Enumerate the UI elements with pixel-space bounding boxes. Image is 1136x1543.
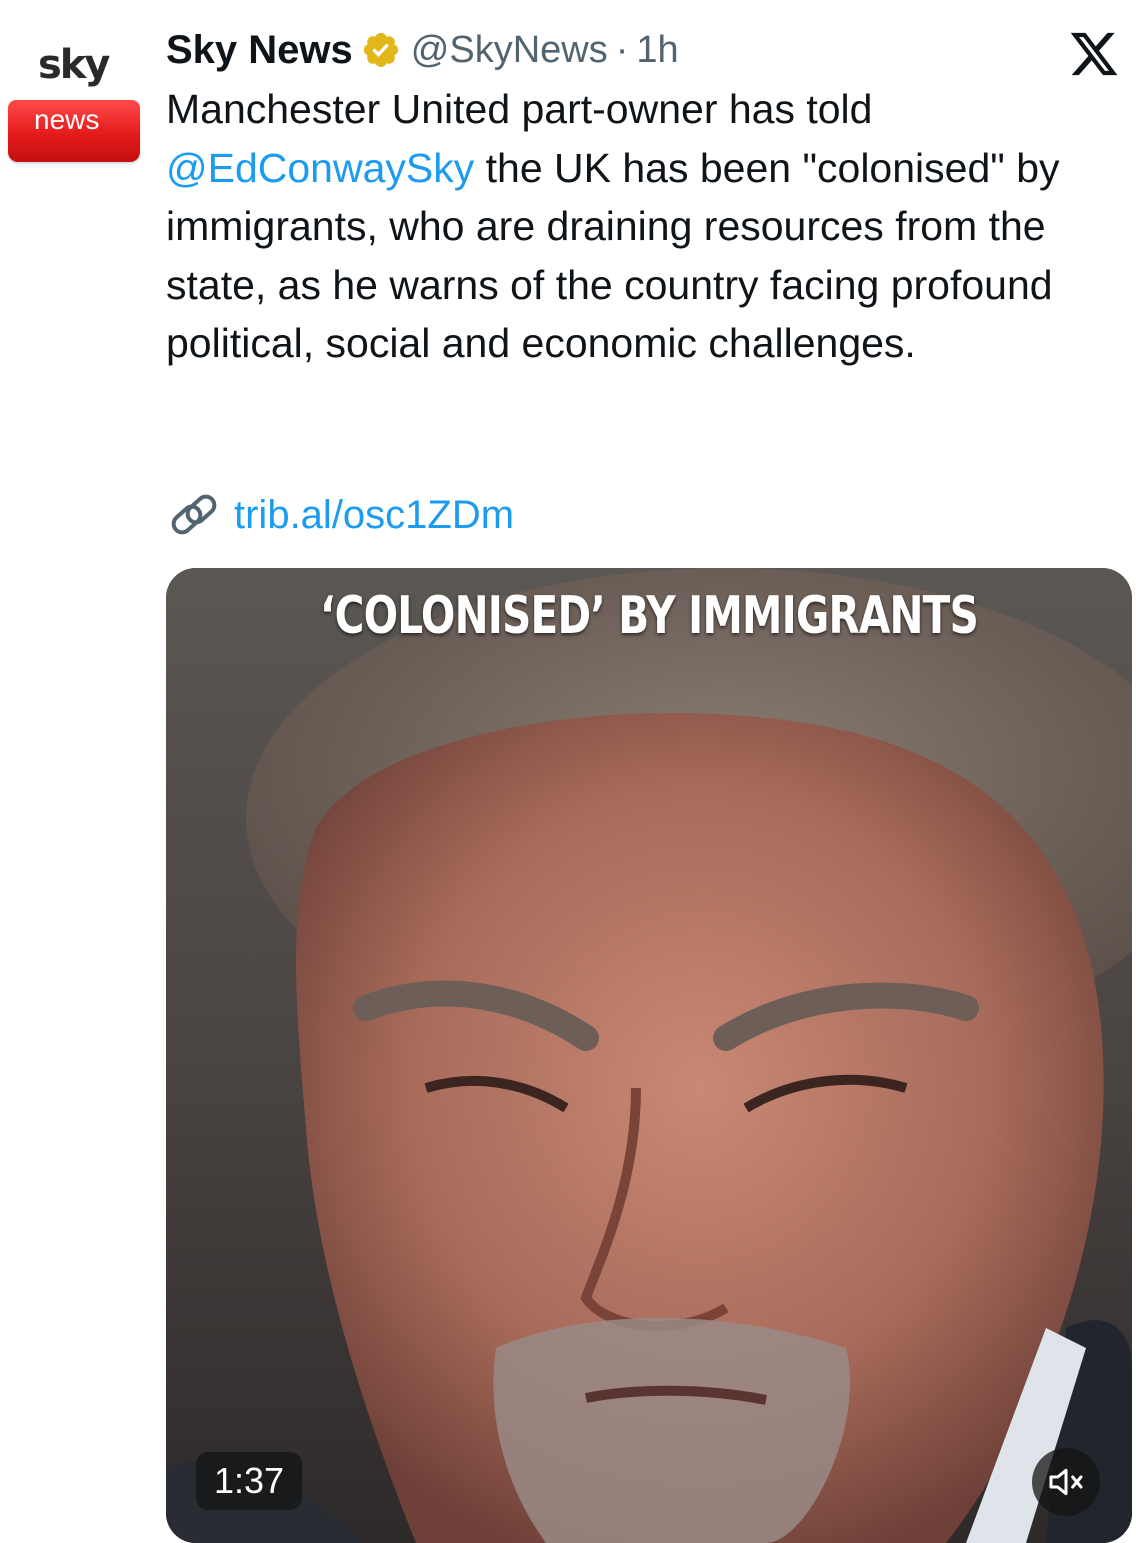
tweet-header: Sky News @SkyNews · 1h — [166, 24, 679, 76]
mute-button[interactable] — [1032, 1448, 1100, 1516]
video-frame — [166, 568, 1132, 1543]
verified-badge-icon — [363, 32, 398, 68]
author-handle[interactable]: @SkyNews — [411, 29, 608, 72]
video-caption: ‘COLONISED’ BY IMMIGRANTS — [319, 586, 979, 646]
tweet-link[interactable]: trib.al/osc1ZDm — [166, 486, 514, 544]
author-avatar[interactable]: sky news — [8, 40, 140, 164]
video-player[interactable]: ‘COLONISED’ BY IMMIGRANTS 1:37 — [166, 568, 1132, 1543]
tweet-text-part-1: Manchester United part-owner has told — [166, 86, 873, 132]
author-display-name[interactable]: Sky News — [166, 28, 353, 73]
mention-link[interactable]: @EdConwaySky — [166, 145, 474, 191]
header-separator: · — [615, 28, 629, 71]
link-icon — [171, 494, 217, 535]
tweet-body: Manchester United part-owner has told @E… — [166, 80, 1134, 373]
avatar-sky-text: sky — [38, 42, 110, 88]
avatar-news-badge: news — [8, 100, 140, 162]
avatar-news-text: news — [34, 104, 100, 135]
tweet-timestamp[interactable]: 1h — [636, 29, 678, 72]
video-duration: 1:37 — [196, 1452, 303, 1510]
speaker-muted-icon — [1049, 1468, 1083, 1496]
x-logo-icon — [1070, 32, 1118, 76]
link-url[interactable]: trib.al/osc1ZDm — [234, 493, 514, 538]
